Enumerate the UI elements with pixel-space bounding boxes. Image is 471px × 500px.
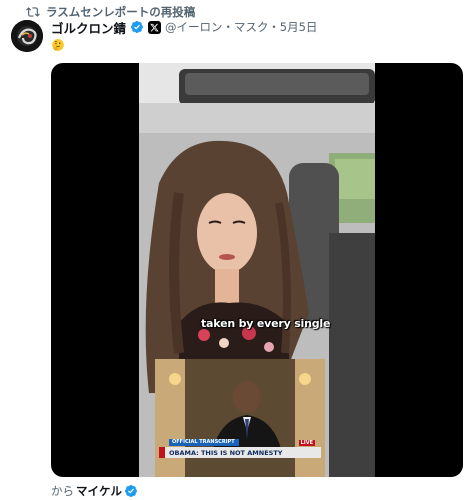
inset-banner: OBAMA: THIS IS NOT AMNESTY — [159, 447, 321, 458]
video-caption: taken by every single — [201, 317, 331, 330]
from-prefix: から — [51, 484, 74, 498]
from-attribution[interactable]: から マイケル — [51, 483, 138, 499]
avatar[interactable] — [11, 20, 43, 52]
inset-label: OFFICIAL TRANSCRIPT — [169, 439, 239, 446]
video-frame[interactable]: taken by every single OFFICIAL TRANSCRIP… — [139, 63, 375, 477]
repost-icon — [26, 7, 40, 17]
inset-live-badge: LIVE — [298, 440, 315, 446]
post-header: ゴルクロン錆 @イーロン・マスク・5月5日 — [51, 18, 317, 36]
x-logo-icon — [148, 20, 162, 34]
verified-badge-icon — [131, 21, 143, 33]
thinking-face-emoji — [52, 39, 64, 51]
inset-banner-text: OBAMA: THIS IS NOT AMNESTY — [169, 448, 283, 457]
handle-and-date[interactable]: @イーロン・マスク・5月5日 — [165, 19, 317, 35]
author-name[interactable]: ゴルクロン錆 — [51, 18, 126, 37]
inset-video: OFFICIAL TRANSCRIPT LIVE OBAMA: THIS IS … — [155, 359, 325, 477]
inset-still — [155, 359, 325, 477]
gorgon-avatar — [11, 20, 43, 52]
verified-badge-icon — [125, 485, 137, 497]
media-container[interactable]: taken by every single OFFICIAL TRANSCRIP… — [51, 63, 463, 477]
from-name[interactable]: マイケル — [76, 483, 122, 499]
